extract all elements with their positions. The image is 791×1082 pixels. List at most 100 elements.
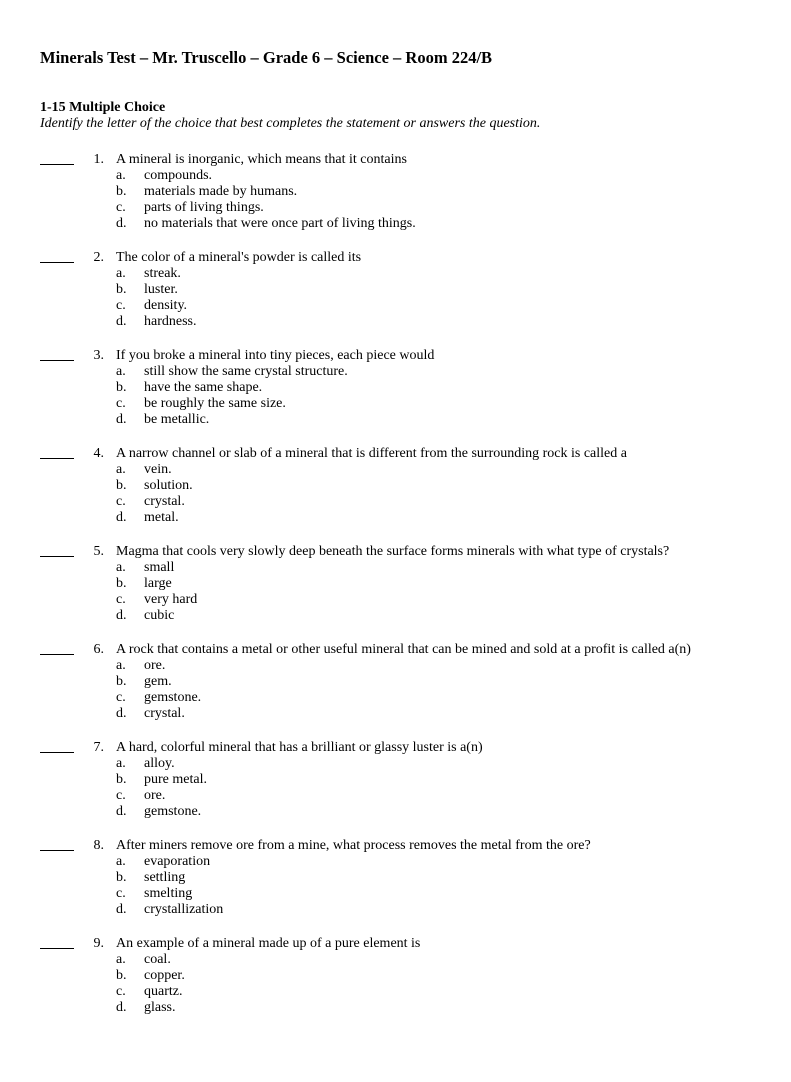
- choice: csmelting: [116, 886, 751, 902]
- choice-text: coal.: [138, 952, 751, 968]
- choice-letter: d: [116, 216, 138, 232]
- choice: cdensity.: [116, 298, 751, 314]
- choice-text: evaporation: [138, 854, 751, 870]
- question-number: 1: [86, 152, 110, 232]
- blank-line: [40, 838, 74, 851]
- answer-blank[interactable]: [40, 250, 86, 330]
- choice: acoal.: [116, 952, 751, 968]
- choice-letter: a: [116, 952, 138, 968]
- answer-blank[interactable]: [40, 348, 86, 428]
- choice-letter: a: [116, 364, 138, 380]
- question-content: The color of a mineral's powder is calle…: [110, 250, 751, 330]
- answer-blank[interactable]: [40, 152, 86, 232]
- choice: bhave the same shape.: [116, 380, 751, 396]
- choice-text: very hard: [138, 592, 751, 608]
- question-number: 7: [86, 740, 110, 820]
- choice-letter: c: [116, 886, 138, 902]
- blank-line: [40, 936, 74, 949]
- choice: cvery hard: [116, 592, 751, 608]
- choice-letter: c: [116, 494, 138, 510]
- question-number: 4: [86, 446, 110, 526]
- choice-letter: c: [116, 984, 138, 1000]
- choice-letter: c: [116, 396, 138, 412]
- choice-text: be roughly the same size.: [138, 396, 751, 412]
- answer-blank[interactable]: [40, 838, 86, 918]
- choice-letter: a: [116, 560, 138, 576]
- blank-line: [40, 152, 74, 165]
- question-text: A rock that contains a metal or other us…: [116, 642, 751, 658]
- choice-letter: c: [116, 592, 138, 608]
- question-block: 8After miners remove ore from a mine, wh…: [40, 838, 751, 918]
- choice-text: hardness.: [138, 314, 751, 330]
- choice-text: large: [138, 576, 751, 592]
- choice-text: vein.: [138, 462, 751, 478]
- question-content: If you broke a mineral into tiny pieces,…: [110, 348, 751, 428]
- answer-blank[interactable]: [40, 642, 86, 722]
- choice-text: density.: [138, 298, 751, 314]
- choice: bsolution.: [116, 478, 751, 494]
- choice-text: parts of living things.: [138, 200, 751, 216]
- question-number: 5: [86, 544, 110, 624]
- choice-letter: d: [116, 706, 138, 722]
- choices: aalloy.bpure metal.core.dgemstone.: [116, 756, 751, 820]
- question-number: 8: [86, 838, 110, 918]
- choice-letter: d: [116, 804, 138, 820]
- choice-text: pure metal.: [138, 772, 751, 788]
- choices: acompounds.bmaterials made by humans.cpa…: [116, 168, 751, 232]
- choice: dno materials that were once part of liv…: [116, 216, 751, 232]
- answer-blank[interactable]: [40, 544, 86, 624]
- choice-text: streak.: [138, 266, 751, 282]
- choice-letter: d: [116, 314, 138, 330]
- choice: dcrystal.: [116, 706, 751, 722]
- blank-line: [40, 544, 74, 557]
- choice: bsettling: [116, 870, 751, 886]
- question-block: 6A rock that contains a metal or other u…: [40, 642, 751, 722]
- choice: bpure metal.: [116, 772, 751, 788]
- choice: dbe metallic.: [116, 412, 751, 428]
- choice-letter: b: [116, 478, 138, 494]
- choice: bmaterials made by humans.: [116, 184, 751, 200]
- choice-text: smelting: [138, 886, 751, 902]
- answer-blank[interactable]: [40, 740, 86, 820]
- answer-blank[interactable]: [40, 446, 86, 526]
- questions-container: 1A mineral is inorganic, which means tha…: [40, 152, 751, 1016]
- question-number: 2: [86, 250, 110, 330]
- question-block: 7A hard, colorful mineral that has a bri…: [40, 740, 751, 820]
- choices: avein.bsolution.ccrystal.dmetal.: [116, 462, 751, 526]
- choice-text: metal.: [138, 510, 751, 526]
- choice: cbe roughly the same size.: [116, 396, 751, 412]
- question-content: A hard, colorful mineral that has a bril…: [110, 740, 751, 820]
- choice-letter: b: [116, 870, 138, 886]
- choice-text: be metallic.: [138, 412, 751, 428]
- choices: aore.bgem.cgemstone.dcrystal.: [116, 658, 751, 722]
- choice-text: gem.: [138, 674, 751, 690]
- choice-text: solution.: [138, 478, 751, 494]
- question-block: 3If you broke a mineral into tiny pieces…: [40, 348, 751, 428]
- choice-letter: a: [116, 854, 138, 870]
- choice: cquartz.: [116, 984, 751, 1000]
- choice: acompounds.: [116, 168, 751, 184]
- choice: dcubic: [116, 608, 751, 624]
- answer-blank[interactable]: [40, 936, 86, 1016]
- choice: avein.: [116, 462, 751, 478]
- question-content: Magma that cools very slowly deep beneat…: [110, 544, 751, 624]
- choice-text: have the same shape.: [138, 380, 751, 396]
- choice-text: still show the same crystal structure.: [138, 364, 751, 380]
- question-text: The color of a mineral's powder is calle…: [116, 250, 751, 266]
- choices: asmallblargecvery harddcubic: [116, 560, 751, 624]
- choice: blarge: [116, 576, 751, 592]
- choice-letter: d: [116, 608, 138, 624]
- choice-text: crystallization: [138, 902, 751, 918]
- blank-line: [40, 250, 74, 263]
- choice-letter: a: [116, 168, 138, 184]
- choice: core.: [116, 788, 751, 804]
- choice-text: materials made by humans.: [138, 184, 751, 200]
- choice: cparts of living things.: [116, 200, 751, 216]
- choice-letter: a: [116, 756, 138, 772]
- question-content: A mineral is inorganic, which means that…: [110, 152, 751, 232]
- choice: bcopper.: [116, 968, 751, 984]
- choice-text: compounds.: [138, 168, 751, 184]
- choice: ccrystal.: [116, 494, 751, 510]
- choice-letter: d: [116, 902, 138, 918]
- page-title: Minerals Test – Mr. Truscello – Grade 6 …: [40, 48, 751, 68]
